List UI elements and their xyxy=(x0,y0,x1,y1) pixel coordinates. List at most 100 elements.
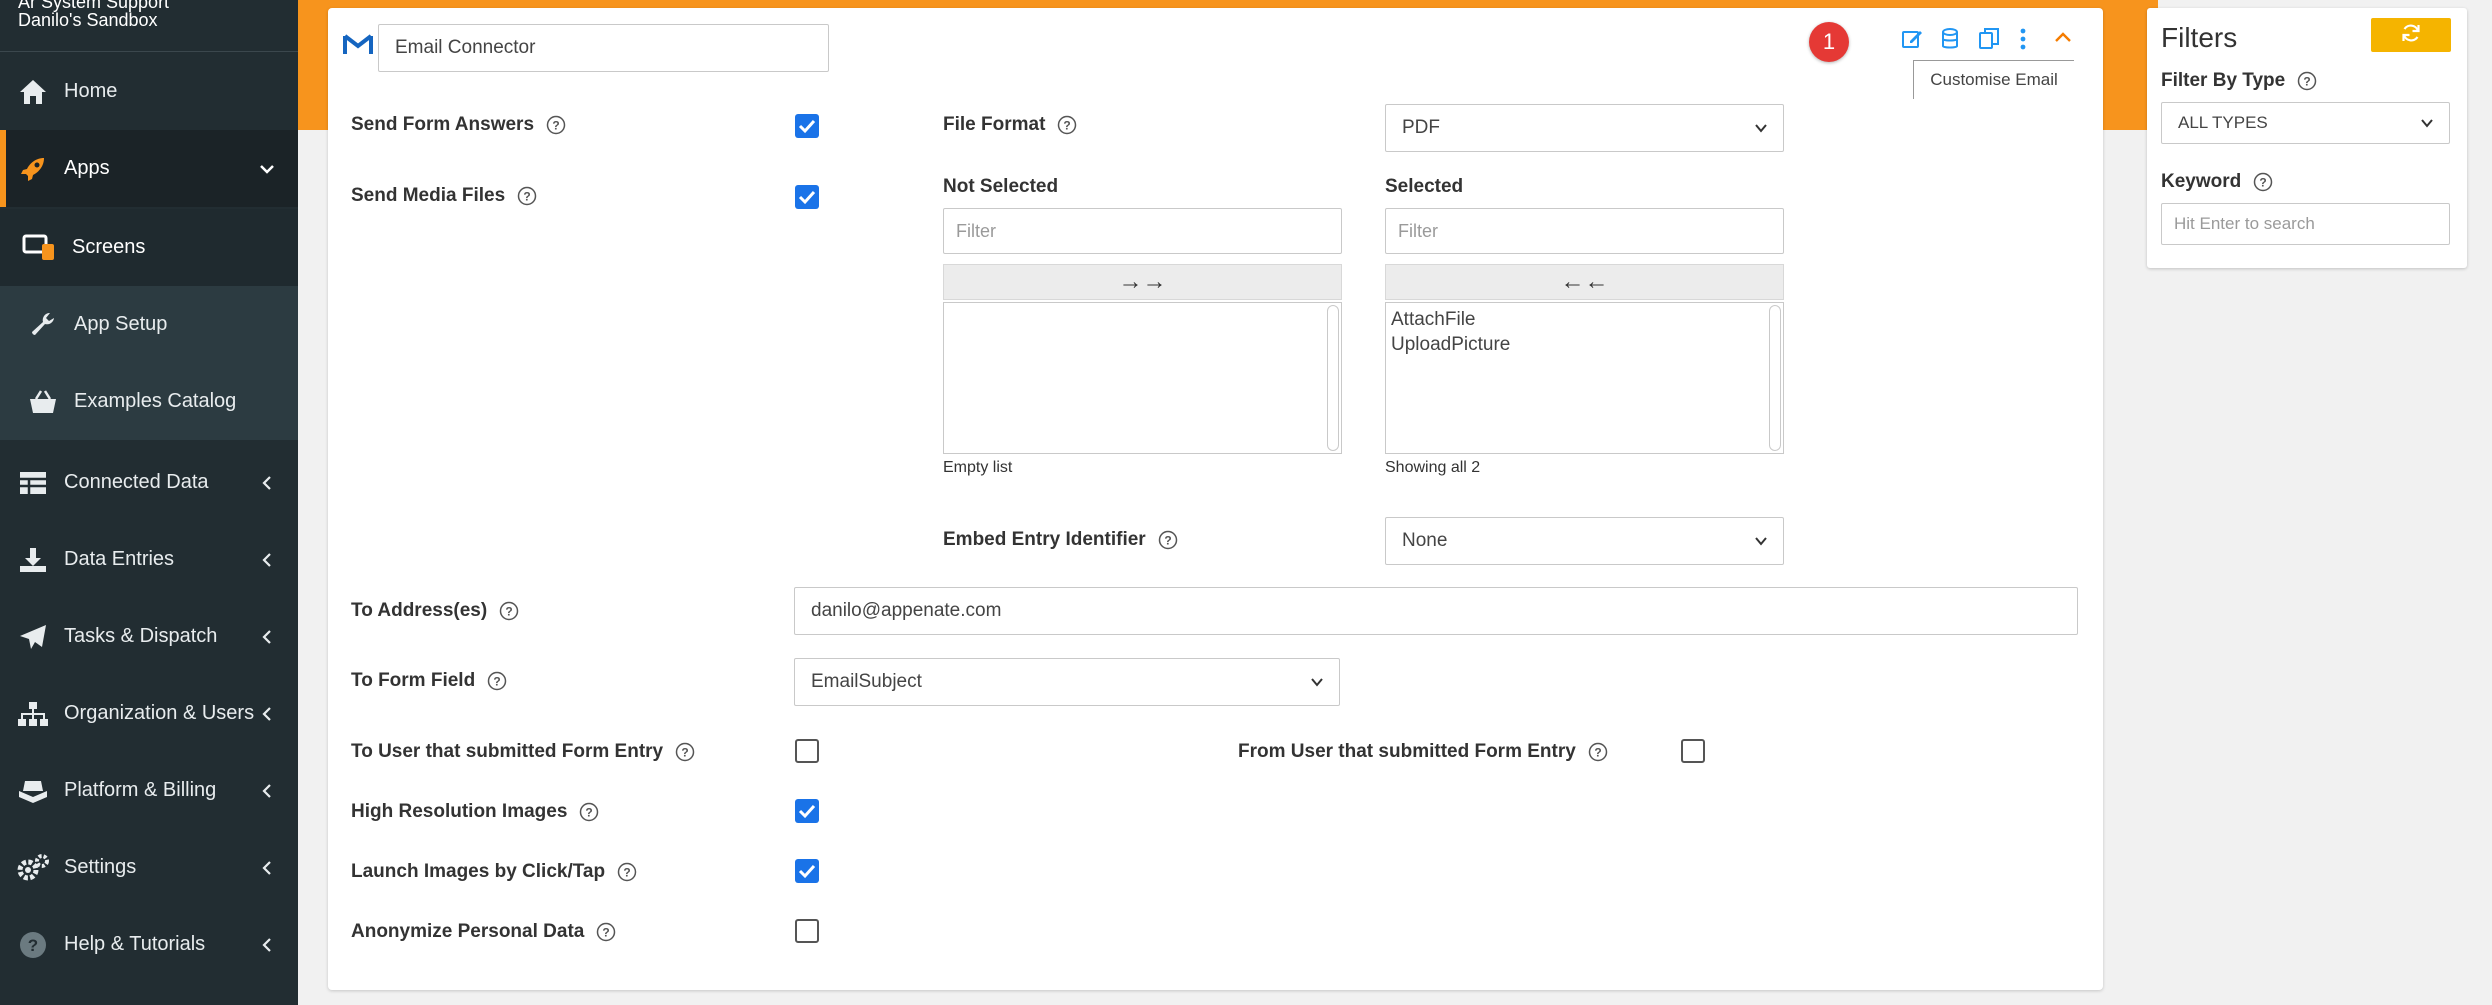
help-icon[interactable]: ? xyxy=(1057,115,1077,135)
sidebar-item-platform-billing[interactable]: Platform & Billing xyxy=(0,752,298,829)
launch-images-checkbox[interactable] xyxy=(795,859,819,883)
svg-text:?: ? xyxy=(552,119,559,133)
org-subtitle: Danilo's Sandbox xyxy=(18,10,158,30)
sidebar-divider xyxy=(0,51,298,52)
help-icon[interactable]: ? xyxy=(487,671,507,691)
help-icon[interactable]: ? xyxy=(517,186,537,206)
keyword-label: Keyword ? xyxy=(2161,171,2273,193)
svg-text:?: ? xyxy=(494,675,501,689)
sidebar-item-organization-users[interactable]: Organization & Users xyxy=(0,675,298,752)
scrollbar[interactable] xyxy=(1327,305,1339,451)
question-icon: ? xyxy=(16,928,50,962)
filters-title: Filters xyxy=(2161,22,2238,53)
send-form-answers-checkbox[interactable] xyxy=(795,114,819,138)
gears-icon xyxy=(16,851,50,885)
anonymize-checkbox[interactable] xyxy=(795,919,819,943)
sidebar-item-connected-data[interactable]: Connected Data xyxy=(0,444,298,521)
chevron-down-icon xyxy=(1753,533,1769,549)
anonymize-text: Anonymize Personal Data xyxy=(351,921,585,942)
embed-entry-identifier-label: Embed Entry Identifier ? xyxy=(943,529,1178,551)
launch-images-label: Launch Images by Click/Tap ? xyxy=(351,861,637,883)
sidebar-item-data-entries[interactable]: Data Entries xyxy=(0,521,298,598)
help-icon[interactable]: ? xyxy=(546,115,566,135)
svg-text:?: ? xyxy=(1594,746,1601,760)
move-all-left-button[interactable]: ←← xyxy=(1385,264,1784,300)
chevron-down-icon xyxy=(1309,674,1325,690)
table-icon xyxy=(16,466,50,500)
not-selected-listbox[interactable] xyxy=(943,302,1342,454)
sidebar-item-label: Organization & Users xyxy=(64,702,255,724)
help-icon[interactable]: ? xyxy=(579,802,599,822)
sidebar-item-tasks-dispatch[interactable]: Tasks & Dispatch xyxy=(0,598,298,675)
sidebar-item-label: Help & Tutorials xyxy=(64,933,206,955)
gmail-icon xyxy=(343,33,373,60)
to-addresses-input[interactable]: danilo@appenate.com xyxy=(794,587,2078,635)
sidebar-item-settings[interactable]: Settings xyxy=(0,829,298,906)
sidebar-item-home[interactable]: Home xyxy=(0,53,298,130)
platform-icon xyxy=(16,774,50,808)
chevron-down-icon xyxy=(1753,120,1769,136)
help-icon[interactable]: ? xyxy=(675,742,695,762)
keyword-text: Keyword xyxy=(2161,171,2242,192)
rocket-icon xyxy=(16,152,50,186)
edit-icon[interactable] xyxy=(1900,27,1924,56)
chevron-up-icon[interactable] xyxy=(2053,30,2073,49)
help-icon[interactable]: ? xyxy=(1588,742,1608,762)
filters-panel: Filters Filter By Type ? ALL TYPES Keywo… xyxy=(2147,8,2467,268)
notification-badge[interactable]: 1 xyxy=(1809,22,1849,62)
more-vertical-icon[interactable] xyxy=(2018,27,2028,56)
connector-name-input[interactable]: Email Connector xyxy=(378,24,829,72)
sidebar-item-screens[interactable]: Screens xyxy=(0,209,298,286)
wrench-icon xyxy=(26,308,60,342)
paper-plane-icon xyxy=(16,620,50,654)
help-icon[interactable]: ? xyxy=(2253,172,2273,192)
not-selected-filter-input[interactable]: Filter xyxy=(943,208,1342,254)
sidebar-item-apps[interactable]: Apps xyxy=(0,130,298,207)
to-user-submitted-label: To User that submitted Form Entry ? xyxy=(351,741,695,763)
chevron-left-icon xyxy=(256,472,278,494)
download-icon xyxy=(16,543,50,577)
selected-title: Selected xyxy=(1385,176,1464,197)
svg-text:?: ? xyxy=(681,746,688,760)
help-icon[interactable]: ? xyxy=(2297,71,2317,91)
embed-entry-identifier-select[interactable]: None xyxy=(1385,517,1784,565)
help-icon[interactable]: ? xyxy=(1158,530,1178,550)
send-form-answers-label: Send Form Answers ? xyxy=(351,114,566,136)
file-format-select[interactable]: PDF xyxy=(1385,104,1784,152)
to-form-field-select[interactable]: EmailSubject xyxy=(794,658,1340,706)
sidebar-item-label: Settings xyxy=(64,856,137,878)
chevron-left-icon xyxy=(256,780,278,802)
anonymize-label: Anonymize Personal Data ? xyxy=(351,921,616,943)
high-res-images-checkbox[interactable] xyxy=(795,799,819,823)
home-icon xyxy=(16,75,50,109)
from-user-submitted-checkbox[interactable] xyxy=(1681,739,1705,763)
keyword-search-input[interactable]: Hit Enter to search xyxy=(2161,203,2450,245)
sidebar-item-label: App Setup xyxy=(74,313,168,335)
refresh-button[interactable] xyxy=(2371,18,2451,52)
selected-filter-input[interactable]: Filter xyxy=(1385,208,1784,254)
move-all-right-button[interactable]: →→ xyxy=(943,264,1342,300)
list-item[interactable]: UploadPicture xyxy=(1391,334,1510,356)
to-user-submitted-checkbox[interactable] xyxy=(795,739,819,763)
svg-text:?: ? xyxy=(603,926,610,940)
sidebar-item-examples-catalog[interactable]: Examples Catalog xyxy=(0,363,298,440)
help-icon[interactable]: ? xyxy=(617,862,637,882)
filter-by-type-text: Filter By Type xyxy=(2161,70,2286,91)
filter-by-type-select[interactable]: ALL TYPES xyxy=(2161,102,2450,144)
sidebar-item-app-setup[interactable]: App Setup xyxy=(0,286,298,363)
selected-footer: Showing all 2 xyxy=(1385,459,1481,476)
selected-listbox[interactable]: AttachFile UploadPicture xyxy=(1385,302,1784,454)
list-item[interactable]: AttachFile xyxy=(1391,309,1475,331)
copy-icon[interactable] xyxy=(1978,27,2000,56)
sidebar-item-label: Connected Data xyxy=(64,471,209,493)
sidebar-item-help-tutorials[interactable]: ? Help & Tutorials xyxy=(0,906,298,983)
sidebar-item-label: Tasks & Dispatch xyxy=(64,625,218,647)
to-addresses-label: To Address(es) ? xyxy=(351,600,519,622)
not-selected-footer: Empty list xyxy=(943,459,1013,476)
help-icon[interactable]: ? xyxy=(499,601,519,621)
file-format-text: File Format xyxy=(943,114,1046,135)
help-icon[interactable]: ? xyxy=(596,922,616,942)
database-icon[interactable] xyxy=(1940,27,1960,56)
scrollbar[interactable] xyxy=(1769,305,1781,451)
send-media-files-checkbox[interactable] xyxy=(795,185,819,209)
